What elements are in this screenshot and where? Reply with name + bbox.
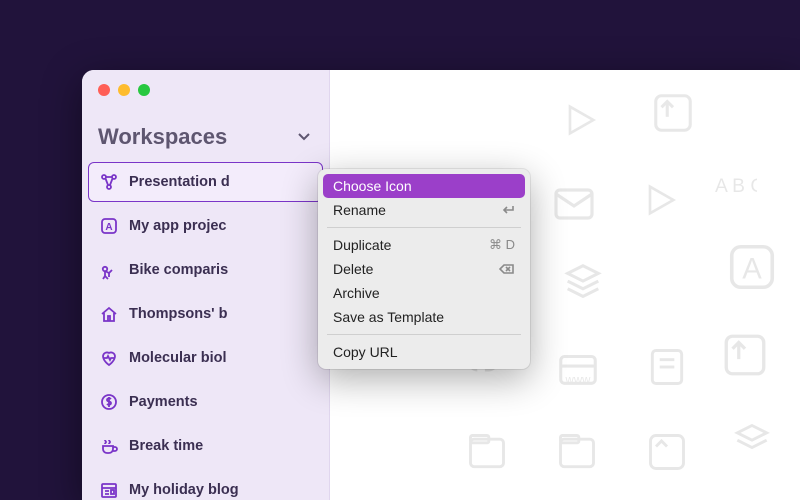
workspace-label: Payments (129, 394, 198, 410)
workspace-label: Break time (129, 438, 203, 454)
close-window-button[interactable] (98, 84, 110, 96)
svg-text:A: A (742, 253, 762, 285)
menu-label: Choose Icon (333, 178, 412, 194)
menu-label: Save as Template (333, 309, 444, 325)
workspace-item[interactable]: Presentation d (88, 162, 323, 202)
heart-pulse-icon (99, 348, 119, 368)
workspace-label: Bike comparis (129, 262, 228, 278)
menu-label: Archive (333, 285, 380, 301)
menu-item-copy-url[interactable]: Copy URL (323, 340, 525, 364)
workspace-label: Molecular biol (129, 350, 227, 366)
money-icon (99, 392, 119, 412)
workspace-item[interactable]: Break time (88, 426, 323, 466)
workspace-item[interactable]: Thompsons' b (88, 294, 323, 334)
bike-icon (99, 260, 119, 280)
menu-item-delete[interactable]: Delete (323, 257, 525, 281)
coffee-icon (99, 436, 119, 456)
sidebar: Workspaces Presentation d A My app proje… (82, 70, 330, 500)
workspace-item[interactable]: A My app projec (88, 206, 323, 246)
menu-separator (327, 334, 521, 335)
svg-text:www: www (565, 374, 592, 386)
window-controls (82, 70, 329, 106)
app-icon: A (99, 216, 119, 236)
delete-key-icon (499, 263, 515, 275)
menu-label: Delete (333, 261, 373, 277)
menu-item-save-template[interactable]: Save as Template (323, 305, 525, 329)
workspace-item[interactable]: Bike comparis (88, 250, 323, 290)
sidebar-header: Workspaces (82, 106, 329, 162)
workspace-item[interactable]: Payments (88, 382, 323, 422)
home-icon (99, 304, 119, 324)
sidebar-title: Workspaces (98, 124, 227, 150)
menu-label: Copy URL (333, 344, 398, 360)
workspace-label: My app projec (129, 218, 227, 234)
workspace-label: My holiday blog (129, 482, 239, 498)
return-key-icon (501, 204, 515, 216)
svg-text:A: A (105, 222, 112, 233)
workspace-item[interactable]: Molecular biol (88, 338, 323, 378)
menu-item-archive[interactable]: Archive (323, 281, 525, 305)
minimize-window-button[interactable] (118, 84, 130, 96)
workspace-item[interactable]: My holiday blog (88, 470, 323, 500)
context-menu: Choose Icon Rename Duplicate ⌘ D Delete … (318, 169, 530, 369)
menu-separator (327, 227, 521, 228)
svg-text:A B C: A B C (715, 176, 757, 197)
menu-item-rename[interactable]: Rename (323, 198, 525, 222)
graph-icon (99, 172, 119, 192)
menu-label: Duplicate (333, 237, 391, 253)
menu-shortcut: ⌘ D (489, 237, 515, 253)
workspace-list: Presentation d A My app projec Bike comp… (82, 162, 329, 500)
chevron-down-icon[interactable] (297, 130, 311, 144)
zoom-window-button[interactable] (138, 84, 150, 96)
workspace-label: Presentation d (129, 174, 230, 190)
workspace-label: Thompsons' b (129, 306, 228, 322)
newspaper-icon (99, 480, 119, 500)
menu-item-duplicate[interactable]: Duplicate ⌘ D (323, 233, 525, 257)
menu-item-choose-icon[interactable]: Choose Icon (323, 174, 525, 198)
menu-label: Rename (333, 202, 386, 218)
